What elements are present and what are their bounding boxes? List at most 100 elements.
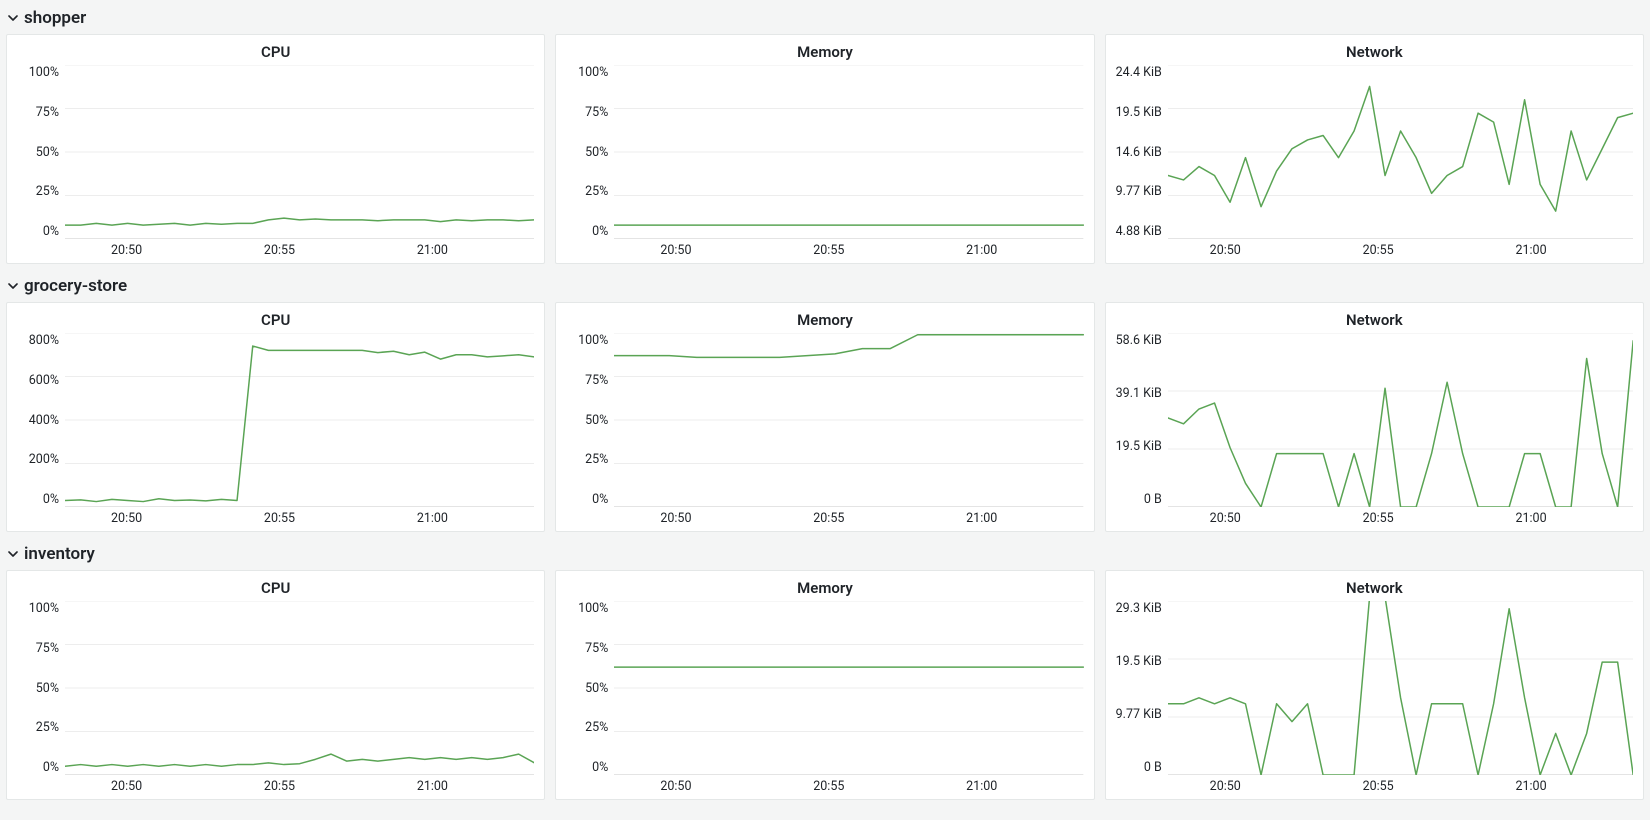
y-tick-label: 100%: [578, 333, 608, 348]
y-tick-label: 19.5 KiB: [1116, 439, 1162, 454]
chart-area: 100%75%50%25%0%20:5020:5521:00: [17, 65, 534, 259]
data-series-line: [65, 218, 534, 225]
x-tick-label: 21:00: [417, 779, 448, 794]
x-tick-label: 21:00: [1515, 511, 1546, 526]
y-tick-label: 25%: [36, 720, 59, 735]
panel-title: Memory: [566, 311, 1083, 329]
section-header[interactable]: shopper: [6, 4, 1644, 34]
y-tick-label: 75%: [36, 641, 59, 656]
y-axis: 100%75%50%25%0%: [566, 65, 614, 239]
chart-panel[interactable]: CPU800%600%400%200%0%20:5020:5521:00: [6, 302, 545, 532]
y-tick-label: 50%: [36, 681, 59, 696]
y-axis: 29.3 KiB19.5 KiB9.77 KiB0 B: [1116, 601, 1168, 775]
y-tick-label: 200%: [29, 452, 59, 467]
x-tick-label: 20:50: [1210, 511, 1241, 526]
x-tick-label: 20:50: [1210, 779, 1241, 794]
section-header[interactable]: grocery-store: [6, 272, 1644, 302]
chart-area: 24.4 KiB19.5 KiB14.6 KiB9.77 KiB4.88 KiB…: [1116, 65, 1633, 259]
y-tick-label: 0%: [592, 224, 608, 239]
panel-row: CPU800%600%400%200%0%20:5020:5521:00Memo…: [6, 302, 1644, 532]
x-axis: 20:50 20:55 21:00: [1116, 507, 1633, 527]
chart-area: 100%75%50%25%0%20:5020:5521:00: [566, 601, 1083, 795]
x-tick-label: 20:50: [660, 243, 691, 258]
y-tick-label: 19.5 KiB: [1116, 654, 1162, 669]
chart-panel[interactable]: CPU100%75%50%25%0%20:5020:5521:00: [6, 34, 545, 264]
x-tick-label: 21:00: [1515, 243, 1546, 258]
y-tick-label: 0%: [592, 760, 608, 775]
x-tick-label: 20:55: [264, 779, 295, 794]
x-axis: 20:5020:5521:00: [566, 775, 1083, 795]
dashboard-section: shopperCPU100%75%50%25%0%20:5020:5521:00…: [6, 4, 1644, 264]
section-header[interactable]: inventory: [6, 540, 1644, 570]
x-tick-label: 20:50: [660, 511, 691, 526]
y-tick-label: 25%: [585, 452, 608, 467]
dashboard-section: grocery-storeCPU800%600%400%200%0%20:502…: [6, 272, 1644, 532]
y-tick-label: 25%: [585, 184, 608, 199]
plot-svg: [614, 333, 1083, 507]
y-axis: 58.6 KiB39.1 KiB19.5 KiB0 B: [1116, 333, 1168, 507]
x-tick-label: 20:55: [1363, 779, 1394, 794]
x-tick-label: 20:50: [111, 243, 142, 258]
y-tick-label: 100%: [29, 601, 59, 616]
y-tick-label: 50%: [585, 145, 608, 160]
data-series-line: [1168, 601, 1633, 775]
y-tick-label: 9.77 KiB: [1116, 707, 1162, 722]
y-tick-label: 75%: [585, 105, 608, 120]
panel-title: Network: [1116, 579, 1633, 597]
x-axis: 20:5020:5521:00: [17, 239, 534, 259]
x-axis: 20:5020:5521:00: [17, 507, 534, 527]
y-tick-label: 50%: [36, 145, 59, 160]
x-tick-label: 20:55: [1363, 511, 1394, 526]
data-series-line: [65, 754, 534, 766]
chevron-down-icon: [8, 13, 18, 23]
panel-title: Network: [1116, 43, 1633, 61]
x-tick-label: 21:00: [966, 243, 997, 258]
x-axis: 20:50 20:55 21:00: [17, 775, 534, 795]
chart-panel[interactable]: Network58.6 KiB39.1 KiB19.5 KiB0 B20:502…: [1105, 302, 1644, 532]
chevron-down-icon: [8, 281, 18, 291]
plot-svg: [1168, 65, 1633, 239]
y-tick-label: 25%: [585, 720, 608, 735]
x-tick-label: 20:50: [660, 779, 691, 794]
chart-panel[interactable]: Network29.3 KiB19.5 KiB9.77 KiB0 B20:502…: [1105, 570, 1644, 800]
plot-svg: [65, 601, 534, 775]
y-axis: 100%75%50%25%0%: [566, 333, 614, 507]
x-tick-label: 20:55: [813, 511, 844, 526]
chart-panel[interactable]: CPU100%75%50%25%0%20:5020:5521:00: [6, 570, 545, 800]
chart-panel[interactable]: Memory100%75%50%25%0%20:5020:5521:00: [555, 302, 1094, 532]
plot-svg: [1168, 333, 1633, 507]
chart-panel[interactable]: Network 24.4 KiB19.5 KiB14.6 KiB9.77 KiB4…: [1105, 34, 1644, 264]
y-axis: 100%75%50%25%0%: [17, 601, 65, 775]
plot-svg: [65, 65, 534, 239]
y-tick-label: 0%: [43, 492, 59, 507]
x-tick-label: 20:50: [1210, 243, 1241, 258]
section-title: inventory: [24, 544, 95, 564]
y-axis: 24.4 KiB19.5 KiB14.6 KiB9.77 KiB4.88 KiB: [1116, 65, 1168, 239]
y-axis: 100%75%50%25%0%: [566, 601, 614, 775]
x-tick-label: 21:00: [417, 243, 448, 258]
panel-title: CPU: [17, 311, 534, 329]
data-series-line: [1168, 86, 1633, 211]
data-series-line: [65, 346, 534, 502]
chart-panel[interactable]: Memory100%75%50%25%0%20:5020:5521:00: [555, 34, 1094, 264]
panel-row: CPU100%75%50%25%0%20:5020:5521:00 Memory 1…: [6, 34, 1644, 264]
panel-title: Memory: [566, 43, 1083, 61]
panel-title: Network: [1116, 311, 1633, 329]
y-tick-label: 75%: [585, 373, 608, 388]
x-tick-label: 20:50: [111, 779, 142, 794]
y-tick-label: 39.1 KiB: [1116, 386, 1162, 401]
chart-area: 100%75%50%25%0%20:5020:5521:00: [17, 601, 534, 795]
y-tick-label: 600%: [29, 373, 59, 388]
chart-panel[interactable]: Memory100%75%50%25%0%20:5020:5521:00: [555, 570, 1094, 800]
y-tick-label: 9.77 KiB: [1116, 184, 1162, 199]
y-tick-label: 0%: [592, 492, 608, 507]
x-tick-label: 21:00: [966, 779, 997, 794]
chart-area: 29.3 KiB19.5 KiB9.77 KiB0 B20:5020:5521:…: [1116, 601, 1633, 795]
x-tick-label: 21:00: [1515, 779, 1546, 794]
section-title: grocery-store: [24, 276, 127, 296]
y-tick-label: 100%: [29, 65, 59, 80]
plot-svg: [614, 601, 1083, 775]
y-tick-label: 19.5 KiB: [1116, 105, 1162, 120]
y-tick-label: 75%: [585, 641, 608, 656]
dashboard-section: inventoryCPU100%75%50%25%0%20:5020:5521:…: [6, 540, 1644, 800]
